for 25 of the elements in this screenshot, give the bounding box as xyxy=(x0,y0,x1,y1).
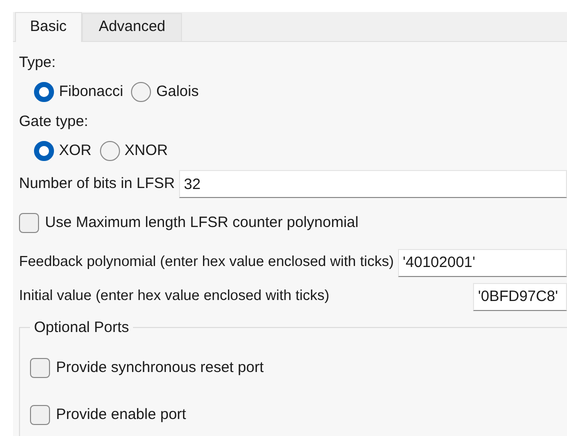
initial-label: Initial value (enter hex value enclosed with ticks) xyxy=(19,286,330,306)
tab[interactable]: Advanced xyxy=(82,13,182,41)
checkbox[interactable] xyxy=(30,358,50,378)
feedback-label: Feedback polynomial (enter hex value enclosed with ticks) xyxy=(19,252,394,272)
radio-option[interactable]: XOR xyxy=(34,140,92,162)
radio-button[interactable] xyxy=(100,140,120,161)
gate-type-label: Gate type: xyxy=(19,112,90,132)
radio-option[interactable]: XNOR xyxy=(100,140,168,162)
bits-field[interactable]: 32 xyxy=(178,170,567,198)
type-label: Type: xyxy=(19,53,57,73)
initial-field[interactable]: '0BFD97C8' xyxy=(473,282,567,310)
radio-button[interactable] xyxy=(34,140,54,161)
checkbox-option[interactable]: Provide enable port xyxy=(30,404,567,426)
checkbox[interactable] xyxy=(30,404,50,425)
checkbox[interactable] xyxy=(19,213,39,234)
checkbox-option[interactable]: Use Maximum length LFSR counter polynomial xyxy=(19,212,567,234)
feedback-field[interactable]: '40102001' xyxy=(398,248,567,276)
tab[interactable]: Basic xyxy=(15,12,82,42)
radio-option[interactable]: Galois xyxy=(131,80,199,103)
radio-button[interactable] xyxy=(34,82,54,102)
radio-button[interactable] xyxy=(131,82,152,102)
checkbox-option[interactable]: Provide synchronous reset port xyxy=(30,357,567,380)
group-title: Optional Ports xyxy=(33,318,130,338)
bits-label: Number of bits in LFSR xyxy=(19,174,175,194)
radio-option[interactable]: Fibonacci xyxy=(34,80,124,103)
